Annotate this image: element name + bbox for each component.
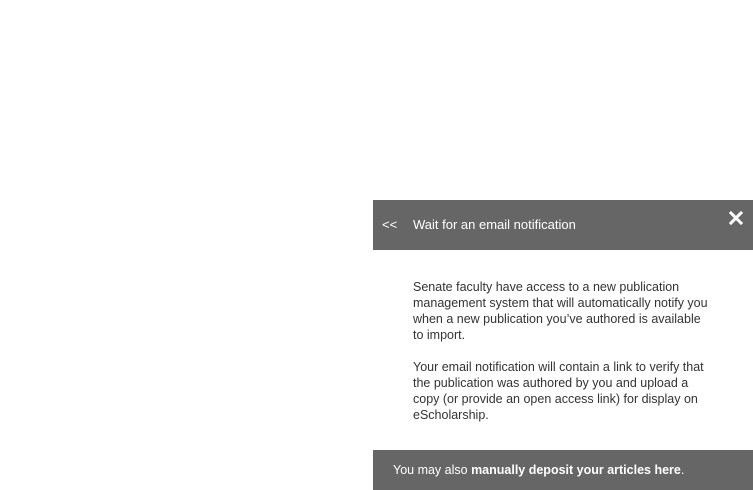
panel-title: Wait for an email notification (413, 217, 576, 232)
panel-footer: You may also manually deposit your artic… (373, 450, 753, 490)
panel-header: << Wait for an email notification (373, 200, 753, 250)
deposit-info-panel: << Wait for an email notification Senate… (373, 200, 753, 490)
footer-suffix: . (680, 463, 685, 477)
email-details-paragraph: Your email notification will contain a l… (413, 360, 704, 422)
notification-paragraph: Senate faculty have access to a new publ… (413, 280, 708, 342)
manual-deposit-link[interactable]: manually deposit your articles here (471, 463, 681, 477)
close-icon[interactable] (729, 211, 743, 225)
panel-body: Senate faculty have access to a new publ… (413, 279, 713, 439)
back-button[interactable]: << (382, 217, 397, 233)
footer-prefix: You may also (393, 463, 472, 477)
